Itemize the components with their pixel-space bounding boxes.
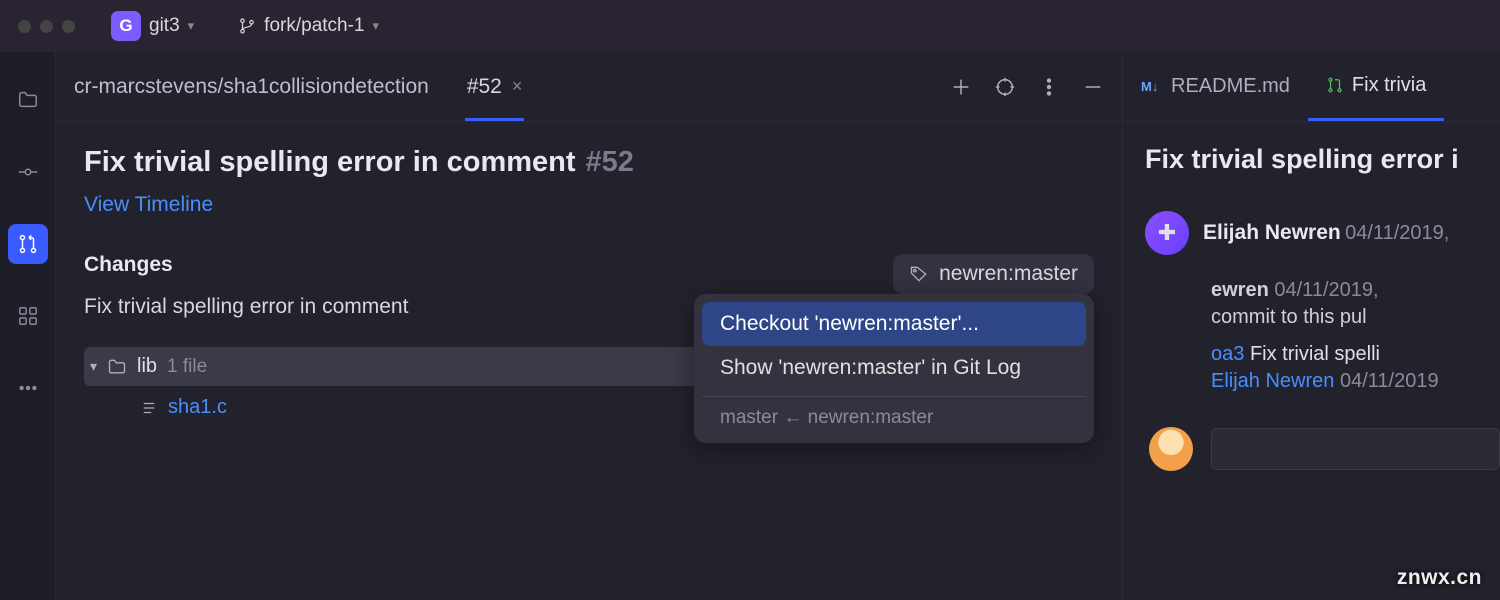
meta-line: ewren 04/11/2019, [1145, 279, 1500, 302]
activity-pull-requests[interactable] [8, 224, 48, 264]
traffic-min[interactable] [40, 20, 53, 33]
markdown-icon: M↓ [1141, 79, 1163, 95]
commit-author-date: 04/11/2019 [1340, 370, 1439, 392]
branch-context-menu: Checkout 'newren:master'... Show 'newren… [694, 294, 1094, 443]
traffic-max[interactable] [62, 20, 75, 33]
chevron-down-icon: ▾ [373, 18, 380, 34]
tab-row: cr-marcstevens/sha1collisiondetection #5… [56, 52, 1122, 122]
pr-body: Fix trivial spelling error in comment #5… [56, 122, 1122, 600]
tab-actions [950, 76, 1104, 98]
reply-row [1145, 427, 1500, 471]
titlebar: G git3 ▾ fork/patch-1 ▾ [0, 0, 1500, 52]
pr-title-text: Fix trivial spelling error in comment [84, 146, 576, 179]
pull-request-icon [1326, 76, 1344, 94]
meta-author-name: ewren [1211, 279, 1269, 301]
branch-pill-label: newren:master [939, 262, 1078, 286]
right-panel-title: Fix trivial spelling error i [1145, 144, 1500, 175]
watermark: znwx.cn [1397, 566, 1482, 590]
author-name: Elijah Newren [1203, 221, 1341, 244]
commit-author-line: Elijah Newren 04/11/2019 [1145, 370, 1500, 393]
commit-author-name[interactable]: Elijah Newren [1211, 370, 1334, 392]
traffic-close[interactable] [18, 20, 31, 33]
project-selector[interactable]: G git3 ▾ [103, 6, 202, 46]
folder-icon [17, 89, 39, 111]
content-pane: cr-marcstevens/sha1collisiondetection #5… [56, 52, 1122, 600]
minimize-icon[interactable] [1082, 76, 1104, 98]
chevron-down-icon: ▾ [188, 18, 195, 34]
activity-more[interactable] [8, 368, 48, 408]
file-name: sha1.c [168, 396, 227, 419]
more-vertical-icon[interactable] [1038, 76, 1060, 98]
pull-request-icon [17, 233, 39, 255]
project-badge: G [111, 11, 141, 41]
activity-apps[interactable] [8, 296, 48, 336]
folder-file-count: 1 file [167, 356, 207, 378]
tag-icon [909, 264, 929, 284]
window-controls [18, 20, 75, 33]
tab-label: #52 [467, 75, 502, 99]
project-name: git3 [149, 15, 180, 37]
tab-fix-trivia[interactable]: Fix trivia [1308, 52, 1444, 121]
folder-icon [107, 357, 127, 377]
right-panel-body: Fix trivial spelling error i ✚ Elijah Ne… [1123, 122, 1500, 471]
commit-line[interactable]: oa3 Fix trivial spelli [1145, 343, 1500, 366]
main-layout: cr-marcstevens/sha1collisiondetection #5… [0, 52, 1500, 600]
commit-hash: oa3 [1211, 343, 1244, 365]
more-horizontal-icon [17, 377, 39, 399]
commit-short-msg: Fix trivial spelli [1250, 343, 1380, 365]
branch-name: fork/patch-1 [264, 15, 364, 37]
apps-icon [17, 305, 39, 327]
tab-readme-label: README.md [1171, 75, 1290, 98]
plus-icon[interactable] [950, 76, 972, 98]
right-panel: M↓ README.md Fix trivia Fix trivial spel… [1122, 52, 1500, 600]
breadcrumb[interactable]: cr-marcstevens/sha1collisiondetection [74, 75, 429, 99]
commit-icon [17, 161, 39, 183]
author-date: 04/11/2019, [1345, 222, 1449, 244]
branch-selector[interactable]: fork/patch-1 ▾ [230, 10, 387, 42]
activity-bar [0, 52, 56, 600]
tab-readme[interactable]: M↓ README.md [1123, 52, 1308, 121]
pr-number: #52 [586, 146, 634, 179]
menu-item-checkout[interactable]: Checkout 'newren:master'... [702, 302, 1086, 346]
folder-name: lib [137, 355, 157, 378]
pr-title: Fix trivial spelling error in comment #5… [84, 146, 1094, 179]
branch-pill[interactable]: newren:master [893, 254, 1094, 294]
tab-fix-label: Fix trivia [1352, 74, 1426, 97]
reply-input[interactable] [1211, 428, 1500, 470]
close-icon[interactable]: × [512, 76, 523, 97]
view-timeline-link[interactable]: View Timeline [84, 193, 213, 217]
activity-commit[interactable] [8, 152, 48, 192]
activity-folder[interactable] [8, 80, 48, 120]
author-row: ✚ Elijah Newren 04/11/2019, [1145, 211, 1500, 255]
right-panel-tabs: M↓ README.md Fix trivia [1123, 52, 1500, 122]
avatar: ✚ [1145, 211, 1189, 255]
avatar [1149, 427, 1193, 471]
menu-footer: master ← newren:master [702, 396, 1086, 435]
target-icon[interactable] [994, 76, 1016, 98]
chevron-down-icon: ▾ [90, 358, 97, 375]
meta-text-line: commit to this pul [1145, 306, 1500, 329]
file-lines-icon [140, 399, 158, 417]
tab-pr-52[interactable]: #52 × [447, 52, 543, 121]
meta-date: 04/11/2019, [1274, 279, 1378, 301]
menu-item-gitlog[interactable]: Show 'newren:master' in Git Log [702, 346, 1086, 390]
git-branch-icon [238, 17, 256, 35]
